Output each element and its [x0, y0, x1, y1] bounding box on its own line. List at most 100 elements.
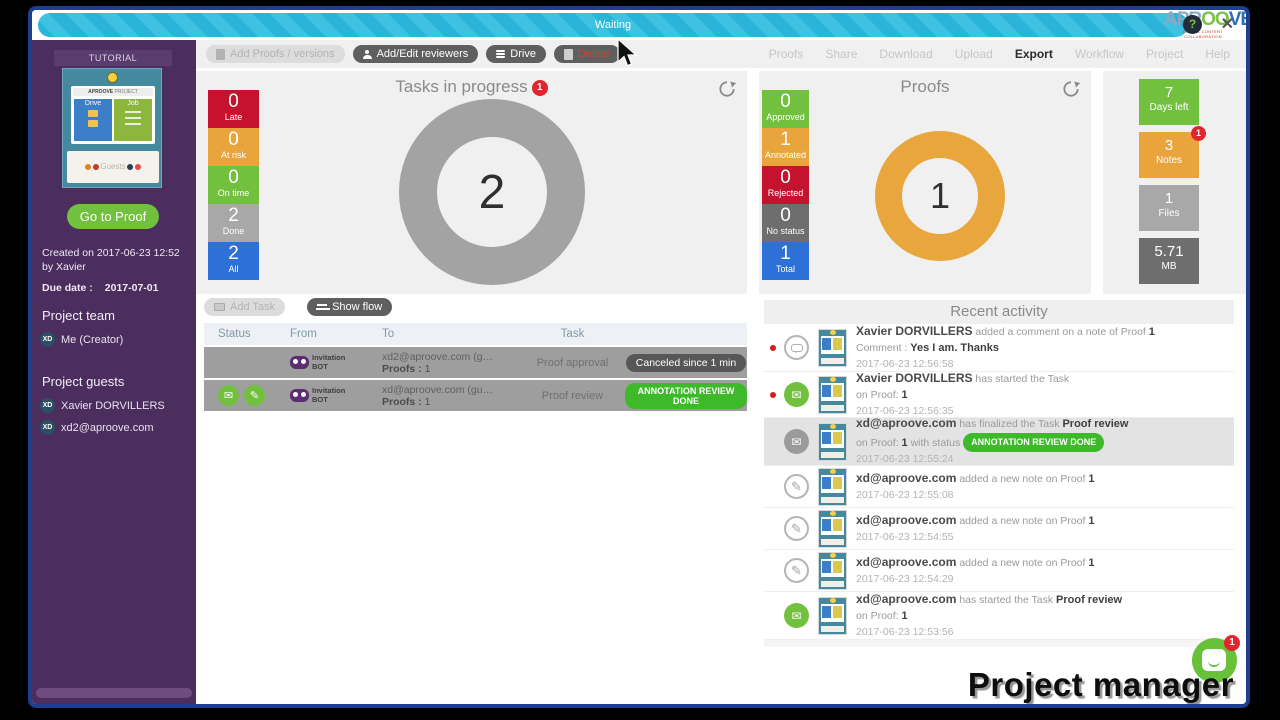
invitation-bot-icon: [290, 389, 309, 402]
drive-button[interactable]: Drive: [486, 45, 546, 63]
size-tile[interactable]: 5.71MB: [1139, 238, 1199, 284]
table-row[interactable]: ✉ ✎ InvitationBOT xd@aproove.com (gu… Pr…: [204, 380, 747, 411]
tasks-badge: 1: [532, 80, 548, 96]
proofs-donut-chart: 1: [875, 131, 1005, 261]
stat-at-risk[interactable]: 0At risk: [208, 128, 259, 166]
row-task: Proof review: [520, 390, 625, 402]
stat-rejected[interactable]: 0Rejected: [762, 166, 809, 204]
menu-item-proofs[interactable]: Proofs: [769, 47, 804, 61]
proof-thumbnail[interactable]: [818, 552, 847, 590]
main-content: Add Proofs / versions Add/Edit reviewers…: [196, 40, 1246, 704]
menu-item-upload[interactable]: Upload: [955, 47, 993, 61]
activity-item[interactable]: ✉ xd@aproove.com has started the Task Pr…: [764, 592, 1234, 640]
tasks-donut-value: 2: [479, 165, 506, 220]
person-icon: [363, 50, 372, 59]
activity-item[interactable]: ✉ Xavier DORVILLERS has started the Task…: [764, 372, 1234, 418]
proofs-panel: Proofs 0Approved 1Annotated 0Rejected 0N…: [759, 71, 1091, 294]
mail-icon[interactable]: ✉: [218, 385, 239, 406]
image-icon: [214, 303, 225, 311]
menu-item-workflow[interactable]: Workflow: [1075, 47, 1124, 61]
proof-thumbnail[interactable]: APROOVE PROJECT Drive Job Guests: [62, 68, 162, 188]
project-sidebar: TUTORIAL APROOVE PROJECT Drive Job Guest…: [32, 40, 196, 704]
add-edit-reviewers-button[interactable]: Add/Edit reviewers: [353, 45, 479, 63]
team-member[interactable]: XD Me (Creator): [40, 332, 123, 347]
col-header-to: To: [382, 328, 520, 340]
proof-thumbnail[interactable]: [818, 423, 847, 461]
tasks-stats: 0Late 0At risk 0On time 2Done 2All: [208, 90, 259, 280]
help-icon[interactable]: ?: [1183, 15, 1202, 34]
activity-title: Recent activity: [764, 300, 1234, 324]
thumb-drive-box: Drive: [74, 99, 112, 141]
go-to-proof-button[interactable]: Go to Proof: [67, 204, 159, 229]
thumb-header-bold: APROOVE: [88, 89, 113, 95]
mail-icon: ✉: [784, 429, 809, 454]
activity-item[interactable]: ✉ xd@aproove.com has finalized the Task …: [764, 418, 1234, 466]
thumb-job-box: Job: [114, 99, 152, 141]
recent-activity-panel: Recent activity Xavier DORVILLERS added …: [764, 300, 1234, 647]
guest-member[interactable]: XD Xavier DORVILLERS: [40, 398, 165, 413]
add-proofs-button[interactable]: Add Proofs / versions: [206, 45, 345, 63]
menu-item-share[interactable]: Share: [825, 47, 857, 61]
row-task: Proof approval: [520, 357, 625, 369]
activity-item[interactable]: ✎ xd@aproove.com added a new note on Pro…: [764, 550, 1234, 592]
show-flow-button[interactable]: Show flow: [307, 298, 392, 316]
stat-no-status[interactable]: 0No status: [762, 204, 809, 242]
proof-thumbnail[interactable]: [818, 329, 847, 367]
title-bar: Waiting: [32, 10, 1246, 40]
summary-tiles: 7Days left 13Notes 1Files 5.71MB: [1103, 71, 1246, 294]
due-date: Due date :2017-07-01: [42, 282, 158, 294]
created-info: Created on 2017-06-23 12:52 by Xavier: [42, 246, 190, 274]
proofs-donut-value: 1: [930, 175, 950, 217]
video-caption: Project manager: [968, 666, 1234, 704]
table-row[interactable]: InvitationBOT xd2@aproove.com (g… Proofs…: [204, 347, 747, 378]
tasks-panel: Tasks in progress1 0Late 0At risk 0On ti…: [196, 71, 747, 294]
days-left-tile[interactable]: 7Days left: [1139, 79, 1199, 125]
col-header-task: Task: [520, 328, 625, 340]
avatar: XD: [40, 332, 55, 347]
activity-item[interactable]: ✎ xd@aproove.com added a new note on Pro…: [764, 508, 1234, 550]
notes-badge: 1: [1191, 126, 1206, 141]
add-task-button[interactable]: Add Task: [204, 298, 285, 316]
drive-icon: [496, 50, 505, 52]
refresh-icon[interactable]: [717, 79, 737, 99]
refresh-icon[interactable]: [1061, 79, 1081, 99]
mail-icon: ✉: [784, 603, 809, 628]
activity-item[interactable]: Xavier DORVILLERS added a comment on a n…: [764, 324, 1234, 372]
proof-thumbnail[interactable]: [818, 468, 847, 506]
menu-item-download[interactable]: Download: [879, 47, 932, 61]
app-window: Waiting APROOVE DIGITAL CONTENT COLLABOR…: [28, 6, 1250, 708]
notes-tile[interactable]: 13Notes: [1139, 132, 1199, 178]
stat-all[interactable]: 2All: [208, 242, 259, 280]
proof-thumbnail[interactable]: [818, 597, 847, 635]
close-icon[interactable]: ✕: [1221, 14, 1234, 34]
tasks-panel-title: Tasks in progress1: [196, 77, 747, 97]
activity-item[interactable]: ✎ xd@aproove.com added a new note on Pro…: [764, 466, 1234, 508]
mouse-cursor-icon: [616, 38, 640, 70]
delete-button[interactable]: Delete: [554, 45, 620, 63]
chat-badge: 1: [1224, 635, 1240, 651]
menu-item-help[interactable]: Help: [1205, 47, 1230, 61]
mail-icon: ✉: [784, 382, 809, 407]
pencil-icon[interactable]: ✎: [244, 385, 265, 406]
project-team-heading: Project team: [42, 308, 115, 323]
stat-done[interactable]: 2Done: [208, 204, 259, 242]
stat-late[interactable]: 0Late: [208, 90, 259, 128]
stat-annotated[interactable]: 1Annotated: [762, 128, 809, 166]
thumb-header-rest: PROJECT: [115, 89, 138, 95]
unread-dot-icon: [770, 392, 776, 398]
menu-item-export[interactable]: Export: [1015, 47, 1053, 61]
stat-total[interactable]: 1Total: [762, 242, 809, 280]
guest-member[interactable]: XD xd2@aproove.com: [40, 420, 154, 435]
status-badge: ANNOTATION REVIEW DONE: [963, 433, 1104, 452]
proof-thumbnail[interactable]: [818, 510, 847, 548]
stat-approved[interactable]: 0Approved: [762, 90, 809, 128]
status-badge: Canceled since 1 min: [626, 354, 746, 372]
proof-thumbnail[interactable]: [818, 376, 847, 414]
comment-icon: [784, 335, 809, 360]
sidebar-scrollbar[interactable]: [36, 688, 192, 698]
pencil-icon: ✎: [784, 558, 809, 583]
toolbar: Add Proofs / versions Add/Edit reviewers…: [206, 45, 620, 63]
stat-on-time[interactable]: 0On time: [208, 166, 259, 204]
menu-item-project[interactable]: Project: [1146, 47, 1183, 61]
files-tile[interactable]: 1Files: [1139, 185, 1199, 231]
